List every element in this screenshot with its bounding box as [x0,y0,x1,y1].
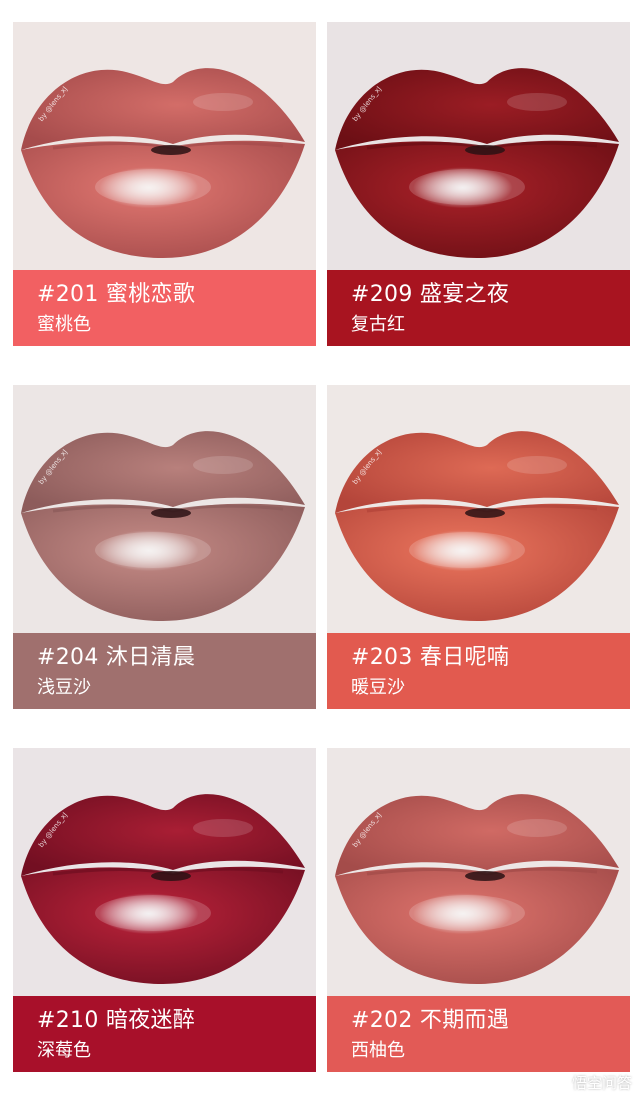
lip-photo [13,22,316,270]
shade-card: by @lens_xJ #203 春日呢喃 暖豆沙 [327,385,630,709]
wukong-logo-icon [542,1072,567,1092]
shade-description: 蜜桃色 [37,314,91,335]
shade-description: 复古红 [351,314,405,335]
shade-card: by @lens_xJ #204 沐日清晨 浅豆沙 [13,385,316,709]
shade-name: #210 暗夜迷醉 [37,1008,196,1033]
shade-description: 深莓色 [37,1040,91,1061]
brand-name: 悟空问答 [571,1073,632,1092]
lip-photo [327,748,630,996]
lip-photo [327,385,630,633]
shade-label-bar: #204 沐日清晨 浅豆沙 [13,633,316,709]
shade-name: #203 春日呢喃 [351,645,510,670]
shade-label-bar: #209 盛宴之夜 复古红 [327,270,630,346]
lip-photo [13,385,316,633]
shade-description: 暖豆沙 [351,677,405,698]
shade-name: #209 盛宴之夜 [351,282,510,307]
shade-card: by @lens_xJ #202 不期而遇 西柚色 [327,748,630,1072]
shade-description: 西柚色 [351,1040,405,1061]
lip-photo [13,748,316,996]
shade-label-bar: #202 不期而遇 西柚色 [327,996,630,1072]
shade-name: #201 蜜桃恋歌 [37,282,196,307]
shade-label-bar: #201 蜜桃恋歌 蜜桃色 [13,270,316,346]
shade-card: by @lens_xJ #210 暗夜迷醉 深莓色 [13,748,316,1072]
shade-card: by @lens_xJ #209 盛宴之夜 复古红 [327,22,630,346]
shade-label-bar: #203 春日呢喃 暖豆沙 [327,633,630,709]
shade-description: 浅豆沙 [37,677,91,698]
shade-card: by @lens_xJ #201 蜜桃恋歌 蜜桃色 [13,22,316,346]
shade-name: #204 沐日清晨 [37,645,196,670]
shade-name: #202 不期而遇 [351,1008,510,1033]
shade-label-bar: #210 暗夜迷醉 深莓色 [13,996,316,1072]
brand-watermark: 悟空问答 [542,1071,632,1093]
lip-photo [327,22,630,270]
